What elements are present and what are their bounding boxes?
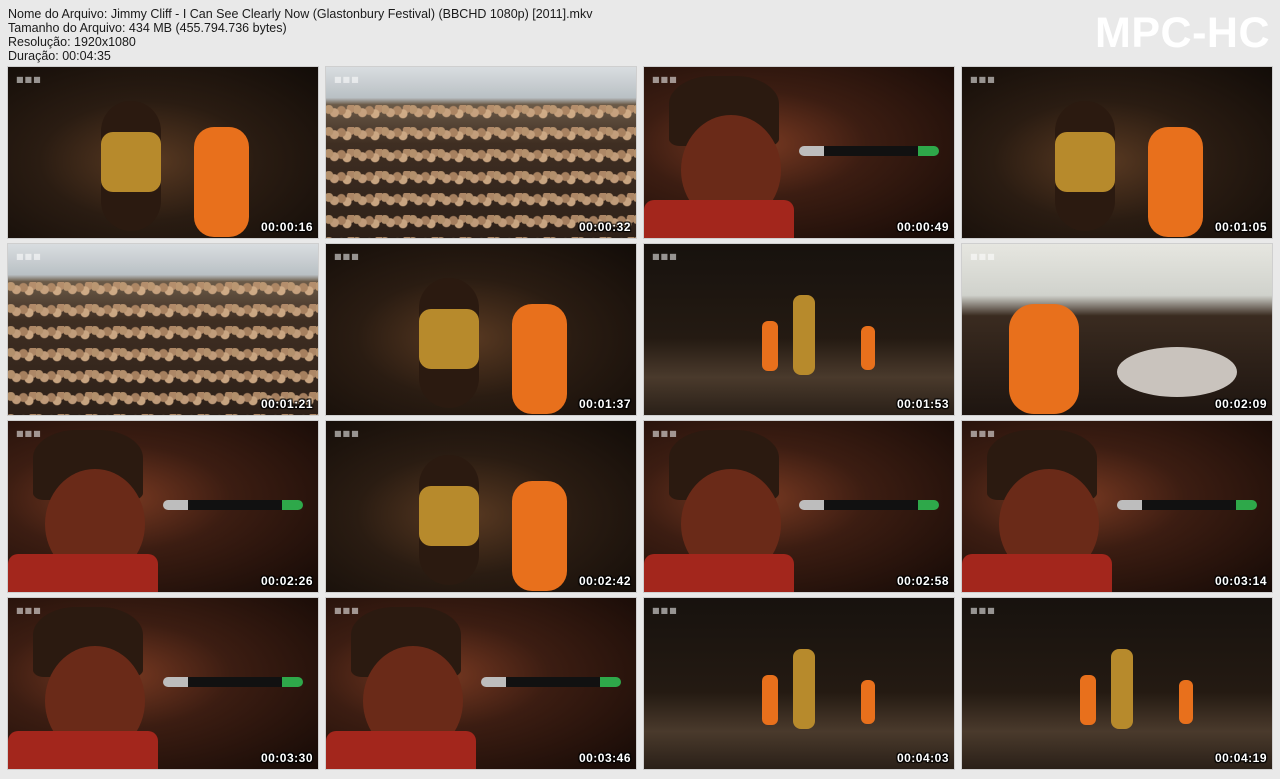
timestamp: 00:04:03 — [896, 751, 949, 765]
scene-shape — [1179, 680, 1193, 725]
thumbnail[interactable]: ■■■ 00:03:30 — [8, 598, 318, 769]
channel-watermark: ■■■ — [652, 429, 678, 438]
scene-shape — [1110, 649, 1133, 730]
timestamp: 00:03:30 — [260, 751, 313, 765]
thumbnail[interactable]: ■■■ 00:02:42 — [326, 421, 636, 592]
file-resolution: Resolução: 1920x1080 — [8, 35, 136, 49]
scene-shape — [163, 676, 303, 687]
timestamp: 00:03:14 — [1214, 574, 1267, 588]
timestamp: 00:04:19 — [1214, 751, 1267, 765]
thumbnail[interactable]: ■■■ 00:01:21 — [8, 244, 318, 415]
scene-shape — [8, 554, 158, 592]
timestamp: 00:00:32 — [578, 220, 631, 234]
scene-shape — [481, 676, 621, 687]
channel-watermark: ■■■ — [334, 252, 360, 261]
thumbnail[interactable]: ■■■ 00:00:49 — [644, 67, 954, 238]
thumbnail[interactable]: ■■■ 00:02:09 — [962, 244, 1272, 415]
thumbnail[interactable]: ■■■ 00:04:19 — [962, 598, 1272, 769]
scene-shape — [1148, 126, 1203, 237]
scene-shape — [861, 680, 875, 725]
thumbnail[interactable]: ■■■ 00:01:37 — [326, 244, 636, 415]
timestamp: 00:01:37 — [578, 397, 631, 411]
channel-watermark: ■■■ — [16, 429, 42, 438]
scene-shape — [644, 554, 794, 592]
scene-shape — [1117, 346, 1237, 397]
scene-shape — [644, 200, 794, 238]
thumbnail[interactable]: ■■■ 00:02:58 — [644, 421, 954, 592]
file-info: Nome do Arquivo: Jimmy Cliff - I Can See… — [8, 7, 592, 63]
scene-shape — [792, 649, 815, 730]
timestamp: 00:03:46 — [578, 751, 631, 765]
scene-shape — [861, 326, 875, 371]
scene-shape — [163, 499, 303, 510]
scene-shape — [326, 104, 636, 238]
timestamp: 00:02:58 — [896, 574, 949, 588]
thumbnail[interactable]: ■■■ 00:00:32 — [326, 67, 636, 238]
scene-shape — [761, 320, 778, 371]
channel-watermark: ■■■ — [970, 75, 996, 84]
mpc-hc-logo: MPC-HC — [1095, 9, 1270, 57]
channel-watermark: ■■■ — [16, 75, 42, 84]
scene-shape — [962, 554, 1112, 592]
channel-watermark: ■■■ — [334, 75, 360, 84]
scene-shape — [419, 308, 479, 369]
channel-watermark: ■■■ — [970, 429, 996, 438]
thumbnail[interactable]: ■■■ 00:03:46 — [326, 598, 636, 769]
channel-watermark: ■■■ — [652, 606, 678, 615]
scene-shape — [792, 295, 815, 376]
scene-shape — [1117, 499, 1257, 510]
thumbnail[interactable]: ■■■ 00:00:16 — [8, 67, 318, 238]
channel-watermark: ■■■ — [16, 606, 42, 615]
channel-watermark: ■■■ — [16, 252, 42, 261]
channel-watermark: ■■■ — [970, 606, 996, 615]
timestamp: 00:01:05 — [1214, 220, 1267, 234]
file-name: Nome do Arquivo: Jimmy Cliff - I Can See… — [8, 7, 593, 21]
timestamp: 00:02:26 — [260, 574, 313, 588]
scene-shape — [799, 145, 939, 156]
timestamp: 00:02:42 — [578, 574, 631, 588]
channel-watermark: ■■■ — [652, 75, 678, 84]
timestamp: 00:02:09 — [1214, 397, 1267, 411]
scene-shape — [419, 485, 479, 546]
thumbnail-grid: ■■■ 00:00:16 ■■■ 00:00:32 ■■■ 00:00:49 ■■■ 0… — [8, 67, 1272, 769]
file-duration: Duração: 00:04:35 — [8, 49, 111, 63]
channel-watermark: ■■■ — [334, 429, 360, 438]
scene-shape — [8, 731, 158, 769]
thumbnail[interactable]: ■■■ 00:02:26 — [8, 421, 318, 592]
thumbnail[interactable]: ■■■ 00:03:14 — [962, 421, 1272, 592]
scene-shape — [1079, 674, 1096, 725]
timestamp: 00:00:49 — [896, 220, 949, 234]
thumbnail[interactable]: ■■■ 00:01:53 — [644, 244, 954, 415]
timestamp: 00:00:16 — [260, 220, 313, 234]
scene-shape — [512, 303, 567, 414]
scene-shape — [8, 281, 318, 415]
scene-shape — [799, 499, 939, 510]
channel-watermark: ■■■ — [970, 252, 996, 261]
timestamp: 00:01:21 — [260, 397, 313, 411]
thumbnail[interactable]: ■■■ 00:01:05 — [962, 67, 1272, 238]
scene-shape — [1008, 303, 1079, 414]
scene-shape — [194, 126, 249, 237]
thumbnail[interactable]: ■■■ 00:04:03 — [644, 598, 954, 769]
scene-shape — [761, 674, 778, 725]
scene-shape — [1055, 131, 1115, 192]
scene-shape — [326, 731, 476, 769]
channel-watermark: ■■■ — [652, 252, 678, 261]
file-size: Tamanho do Arquivo: 434 MB (455.794.736 … — [8, 21, 287, 35]
timestamp: 00:01:53 — [896, 397, 949, 411]
channel-watermark: ■■■ — [334, 606, 360, 615]
scene-shape — [512, 480, 567, 591]
scene-shape — [101, 131, 161, 192]
